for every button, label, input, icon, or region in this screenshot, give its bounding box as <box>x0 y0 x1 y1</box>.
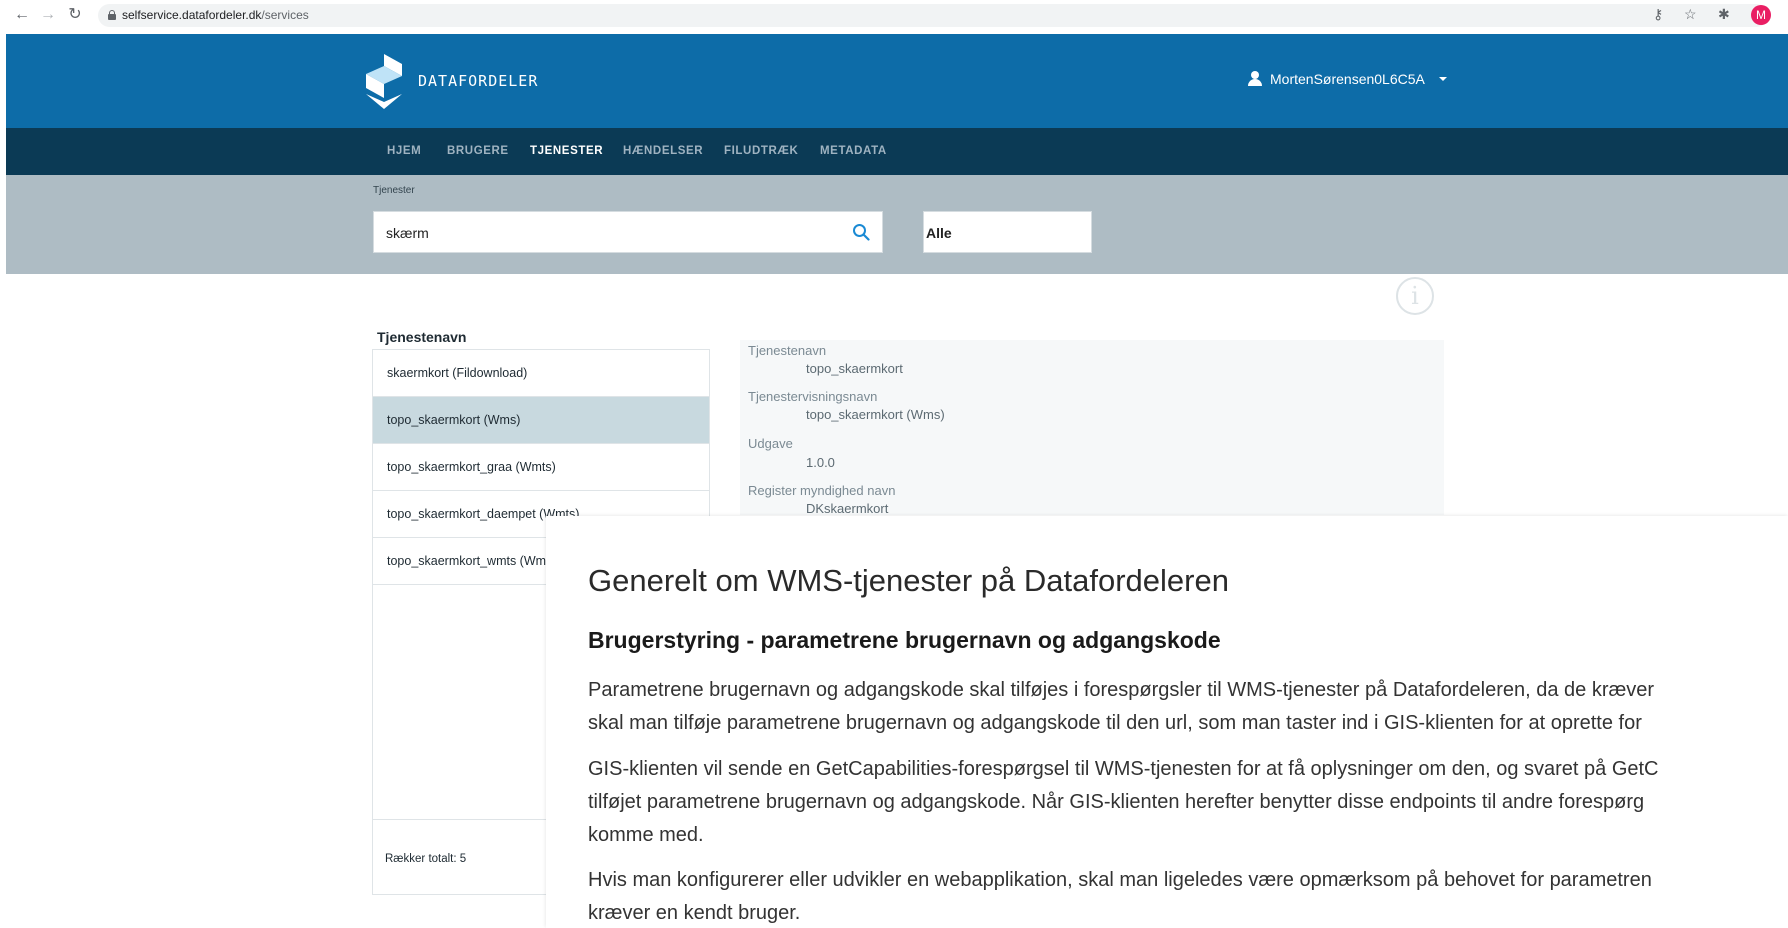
nav-item-filudtraek[interactable]: FILUDTRÆK <box>724 145 798 157</box>
extensions-icon[interactable]: ✱ <box>1718 6 1730 22</box>
service-details: Tjenestenavn topo_skaermkort Tjenestervi… <box>740 340 1444 516</box>
address-bar[interactable]: selfservice.datafordeler.dk/services <box>98 4 1768 27</box>
rows-total: Rækker totalt: 5 <box>385 853 467 865</box>
detail-value: topo_skaermkort <box>806 361 903 376</box>
site-header: DATAFORDELER MortenSørensen0L6C5A <box>6 34 1788 128</box>
search-query: skærm <box>386 225 429 241</box>
list-item[interactable]: topo_skaermkort_graa (Wmts) <box>373 444 709 491</box>
reload-icon[interactable]: ↻ <box>65 6 85 24</box>
key-icon[interactable]: ⚷ <box>1653 6 1663 22</box>
detail-label: Register myndighed navn <box>748 483 896 498</box>
list-item[interactable]: skaermkort (Fildownload) <box>373 350 709 397</box>
profile-avatar[interactable]: M <box>1751 5 1771 25</box>
star-icon[interactable]: ☆ <box>1684 6 1697 22</box>
service-label: topo_skaermkort_graa (Wmts) <box>387 460 556 474</box>
detail-label: Udgave <box>748 436 793 451</box>
category-filter-select[interactable]: Alle <box>923 211 1092 253</box>
service-label: topo_skaermkort_wmts (Wmts) <box>387 554 560 568</box>
nav-item-brugere[interactable]: BRUGERE <box>447 145 509 157</box>
main-nav: HJEM BRUGERE TJENESTER HÆNDELSER FILUDTR… <box>6 128 1788 175</box>
lock-icon <box>108 10 116 20</box>
service-label: skaermkort (Fildownload) <box>387 366 528 380</box>
documentation-overlay: Generelt om WMS-tjenester på Datafordele… <box>546 516 1788 928</box>
user-icon <box>1248 71 1262 87</box>
filter-value: Alle <box>926 225 952 241</box>
doc-paragraph-line: tilføjet parametrene brugernavn og adgan… <box>588 791 1645 813</box>
search-input[interactable]: skærm <box>373 211 883 253</box>
nav-item-tjenester[interactable]: TJENESTER <box>530 145 603 157</box>
url-text: selfservice.datafordeler.dk/services <box>122 8 309 22</box>
service-label: topo_skaermkort (Wms) <box>387 413 521 427</box>
detail-value: topo_skaermkort (Wms) <box>806 407 945 422</box>
column-header-tjenestenavn[interactable]: Tjenestenavn <box>377 329 466 345</box>
breadcrumb[interactable]: Tjenester <box>373 185 415 196</box>
doc-paragraph-line: Hvis man konfigurerer eller udvikler en … <box>588 869 1652 891</box>
user-menu[interactable]: MortenSørensen0L6C5A <box>1248 71 1447 87</box>
doc-paragraph-line: Parametrene brugernavn og adgangskode sk… <box>588 679 1655 701</box>
logo-text[interactable]: DATAFORDELER <box>418 72 538 90</box>
detail-value: DKskaermkort <box>806 501 889 516</box>
detail-value: 1.0.0 <box>806 455 835 470</box>
datafordeler-logo-icon[interactable] <box>366 54 402 109</box>
doc-paragraph-line: komme med. <box>588 824 704 846</box>
info-icon[interactable]: i <box>1396 277 1434 315</box>
browser-toolbar: ← → ↻ selfservice.datafordeler.dk/servic… <box>0 0 1788 30</box>
doc-paragraph-line: skal man tilføje parametrene brugernavn … <box>588 712 1642 734</box>
forward-arrow-icon[interactable]: → <box>38 6 58 24</box>
detail-label: Tjenestervisningsnavn <box>748 389 878 404</box>
detail-label: Tjenestenavn <box>748 343 827 358</box>
doc-title: Generelt om WMS-tjenester på Datafordele… <box>588 563 1229 598</box>
username-label: MortenSørensen0L6C5A <box>1270 71 1425 87</box>
nav-item-hjem[interactable]: HJEM <box>387 145 421 157</box>
nav-item-metadata[interactable]: METADATA <box>820 145 887 157</box>
doc-paragraph-line: kræver en kendt bruger. <box>588 902 801 924</box>
list-item-selected[interactable]: topo_skaermkort (Wms) <box>373 397 709 444</box>
search-icon[interactable] <box>852 223 870 241</box>
back-arrow-icon[interactable]: ← <box>12 6 32 24</box>
search-band: Tjenester skærm Alle <box>6 175 1788 274</box>
doc-paragraph-line: GIS-klienten vil sende en GetCapabilitie… <box>588 758 1659 780</box>
caret-down-icon <box>1438 77 1447 81</box>
nav-item-haendelser[interactable]: HÆNDELSER <box>623 145 703 157</box>
doc-subtitle: Brugerstyring - parametrene brugernavn o… <box>588 627 1221 653</box>
